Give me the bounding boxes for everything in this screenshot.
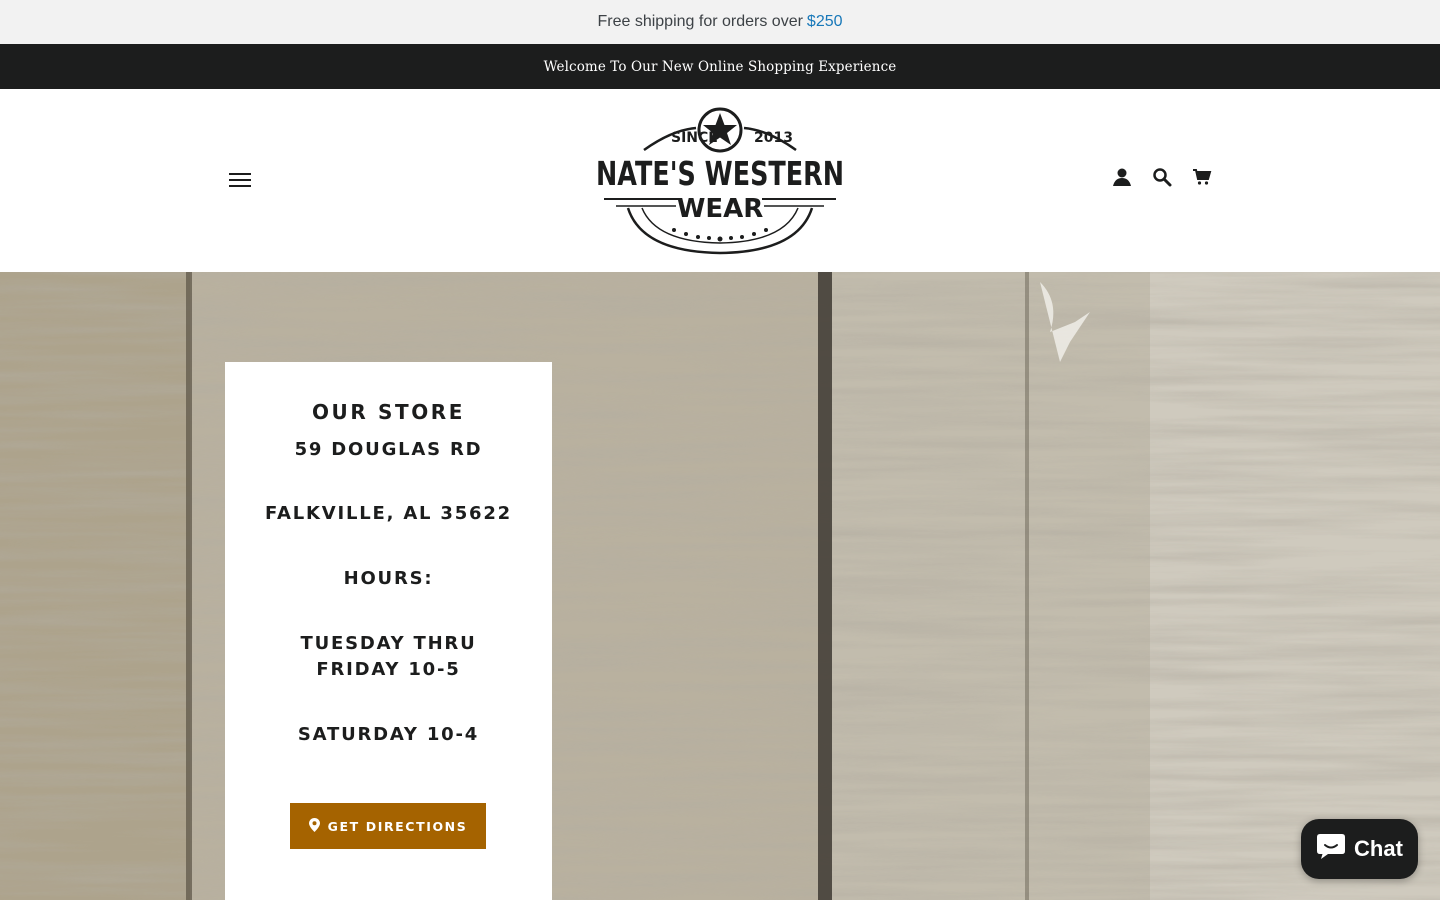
wood-background — [0, 272, 1440, 900]
address-line-2: FALKVILLE, AL 35622 — [264, 503, 513, 524]
store-info-card: OUR STORE 59 DOUGLAS RD FALKVILLE, AL 35… — [225, 362, 552, 900]
hamburger-menu-icon[interactable] — [229, 171, 251, 189]
logo-wear: WEAR — [677, 194, 764, 224]
store-title: OUR STORE — [311, 400, 466, 424]
shipping-text: Free shipping for orders over — [597, 13, 803, 30]
address-line-1: 59 DOUGLAS RD — [294, 439, 483, 460]
chat-label: Chat — [1354, 836, 1403, 861]
header-actions — [1112, 167, 1212, 187]
announcement-text: Welcome To Our New Online Shopping Exper… — [543, 58, 897, 75]
hours-saturday: SATURDAY 10-4 — [297, 724, 480, 745]
logo-since: SINCE — [671, 130, 718, 146]
site-logo[interactable]: SINCE 2013 NATE'S WESTERN WEAR — [592, 104, 848, 256]
store-hero: OUR STORE 59 DOUGLAS RD FALKVILLE, AL 35… — [0, 272, 1440, 900]
search-icon[interactable] — [1152, 167, 1172, 187]
chat-button[interactable]: Chat — [1301, 819, 1418, 879]
logo-year: 2013 — [754, 130, 793, 146]
get-directions-button[interactable]: GET DIRECTIONS — [290, 803, 486, 849]
hours-label: HOURS: — [343, 568, 434, 589]
site-header: SINCE 2013 NATE'S WESTERN WEAR — [0, 89, 1440, 272]
shipping-amount: $250 — [806, 13, 843, 30]
hours-weekday: TUESDAY THRU FRIDAY 10-5 — [300, 633, 477, 680]
map-pin-icon — [308, 817, 320, 835]
logo-name: NATE'S WESTERN — [596, 154, 844, 193]
announcement-bar: Welcome To Our New Online Shopping Exper… — [0, 44, 1440, 89]
cart-icon[interactable] — [1192, 167, 1212, 187]
chat-bubble-icon — [1316, 832, 1346, 866]
shipping-banner: Free shipping for orders over $250 — [0, 0, 1440, 44]
get-directions-label: GET DIRECTIONS — [327, 818, 468, 834]
account-icon[interactable] — [1112, 167, 1132, 187]
